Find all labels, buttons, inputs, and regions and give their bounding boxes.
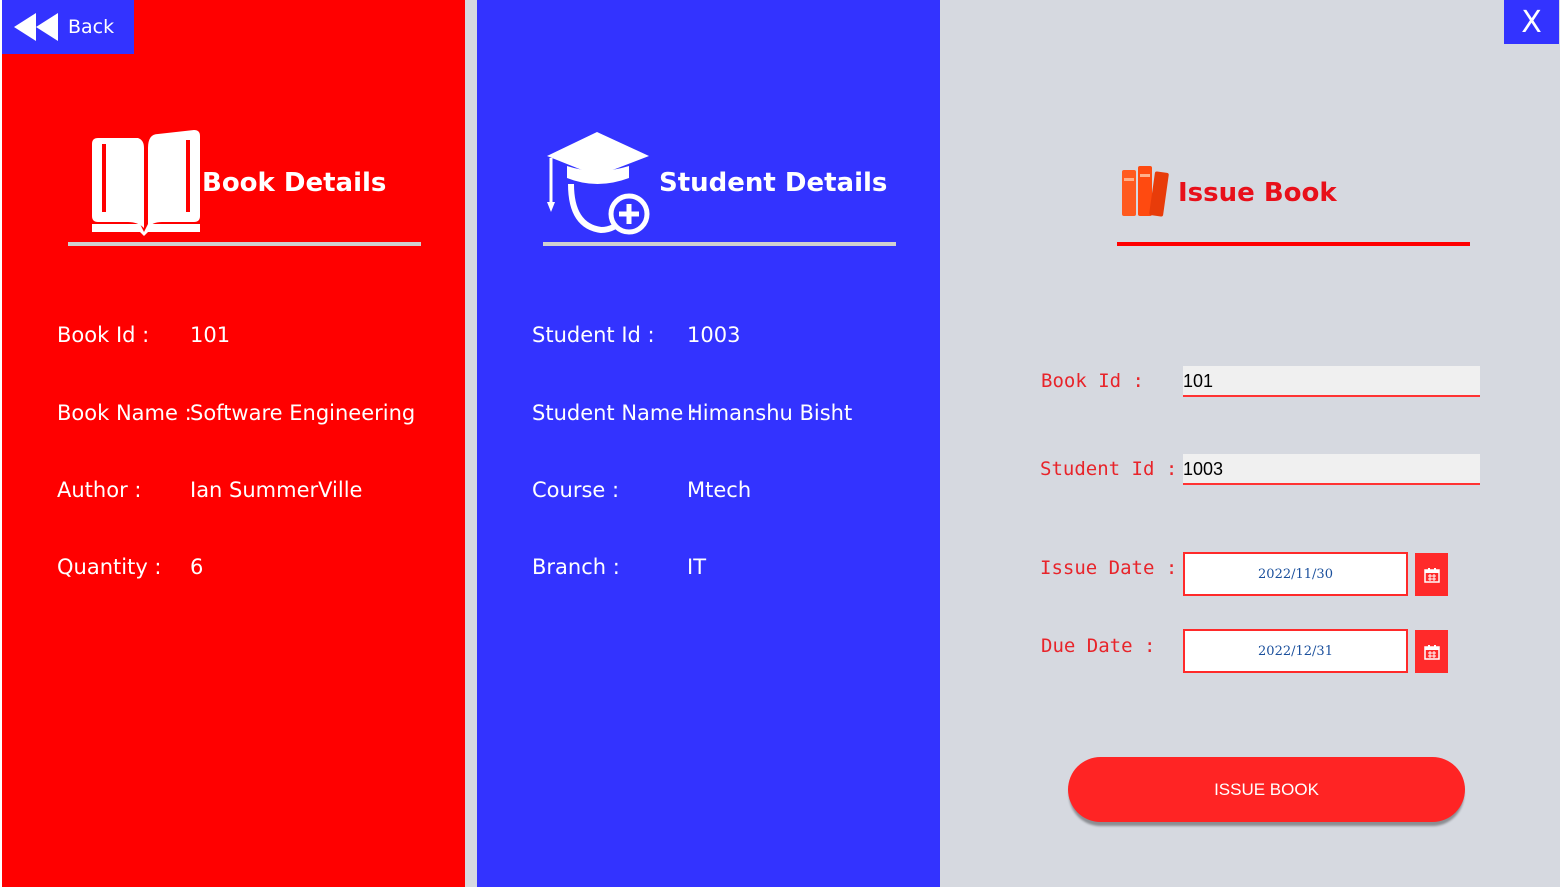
branch-value: IT xyxy=(687,555,707,579)
issue-date-field[interactable]: 2022/11/30 xyxy=(1183,552,1408,596)
quantity-label: Quantity : xyxy=(57,555,162,579)
calendar-icon xyxy=(1423,644,1440,660)
due-date-label: Due Date : xyxy=(1041,635,1156,657)
student-id-label: Student Id : xyxy=(532,323,655,347)
book-details-underline xyxy=(68,242,421,246)
book-details-heading: Book Details xyxy=(88,128,386,238)
issue-date-label: Issue Date : xyxy=(1040,557,1178,579)
books-icon xyxy=(1122,166,1169,217)
student-name-label: Student Name : xyxy=(532,401,698,425)
calendar-icon xyxy=(1423,567,1440,583)
quantity-value: 6 xyxy=(190,555,204,579)
student-id-value: 1003 xyxy=(687,323,741,347)
open-book-icon xyxy=(92,130,200,236)
author-label: Author : xyxy=(57,478,142,502)
book-id-field[interactable]: 101 xyxy=(1183,366,1480,397)
student-details-underline xyxy=(543,242,896,246)
issue-book-heading: Issue Book xyxy=(1120,164,1337,222)
branch-label: Branch : xyxy=(532,555,620,579)
issue-student-id-label: Student Id : xyxy=(1040,458,1178,480)
book-name-label: Book Name : xyxy=(57,401,192,425)
rewind-icon xyxy=(14,13,58,41)
issue-book-title: Issue Book xyxy=(1178,178,1337,208)
book-id-label: Book Id : xyxy=(57,323,150,347)
student-details-title: Student Details xyxy=(659,168,888,198)
student-name-value: Himanshu Bisht xyxy=(687,401,853,425)
due-date-calendar-button[interactable] xyxy=(1415,630,1448,673)
issue-book-id-label: Book Id : xyxy=(1041,370,1144,392)
book-details-title: Book Details xyxy=(202,168,387,198)
author-value: Ian SummerVille xyxy=(190,478,363,502)
student-graduate-icon xyxy=(547,132,650,235)
course-value: Mtech xyxy=(687,478,752,502)
issue-book-button[interactable]: ISSUE BOOK xyxy=(1068,757,1465,822)
back-button[interactable]: Back xyxy=(2,0,134,54)
due-date-field[interactable]: 2022/12/31 xyxy=(1183,629,1408,673)
issue-book-underline xyxy=(1117,242,1470,246)
student-id-field[interactable]: 1003 xyxy=(1183,454,1480,485)
course-label: Course : xyxy=(532,478,620,502)
back-label: Back xyxy=(68,16,115,38)
panel-divider xyxy=(465,0,477,887)
book-name-value: Software Engineering xyxy=(190,401,416,425)
issue-book-panel xyxy=(940,0,1560,887)
student-details-heading: Student Details xyxy=(545,130,887,236)
close-button[interactable]: X xyxy=(1504,0,1559,44)
issue-date-calendar-button[interactable] xyxy=(1415,553,1448,596)
book-id-value: 101 xyxy=(190,323,231,347)
